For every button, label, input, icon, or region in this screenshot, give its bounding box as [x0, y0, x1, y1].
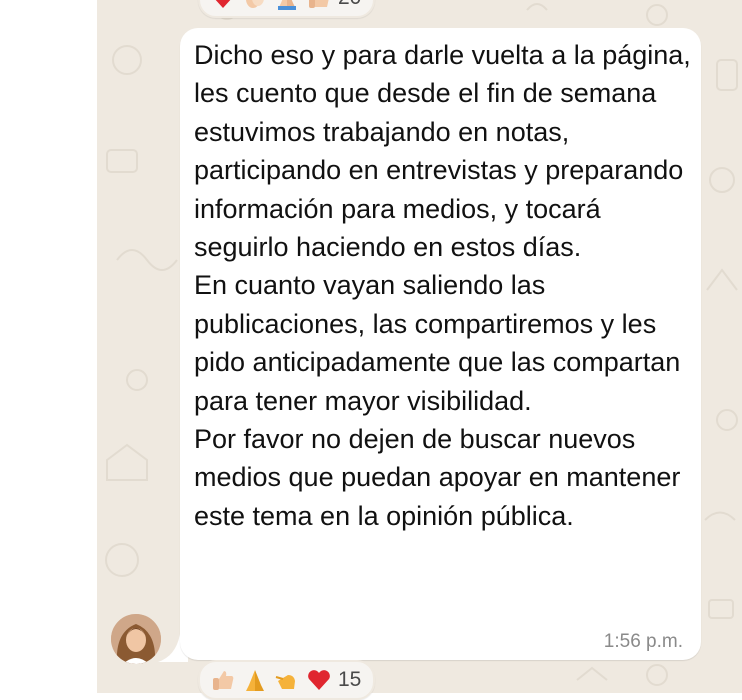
message-bubble[interactable]: Dicho eso y para darle vuelta a la págin…: [180, 28, 701, 660]
red-heart-icon: [308, 670, 330, 690]
praying-hands-icon: [246, 670, 264, 691]
sender-avatar[interactable]: [111, 614, 161, 664]
red-heart-icon: [215, 0, 231, 8]
thumbs-up-icon: [213, 671, 234, 690]
raised-fist-icon: [275, 675, 295, 689]
message-text: Dicho eso y para darle vuelta a la págin…: [194, 40, 691, 531]
bottom-reaction-count: 15: [338, 668, 362, 691]
thumbs-up-icon: [309, 0, 329, 8]
praying-hands-icon: [278, 0, 296, 10]
clapping-hands-icon: [246, 0, 264, 8]
avatar-image: [111, 614, 161, 664]
top-reaction-count: 20: [338, 0, 361, 10]
message-timestamp: 1:56 p.m.: [603, 631, 683, 652]
top-reactions[interactable]: 20: [198, 0, 376, 18]
bottom-reactions[interactable]: 15: [198, 660, 376, 700]
